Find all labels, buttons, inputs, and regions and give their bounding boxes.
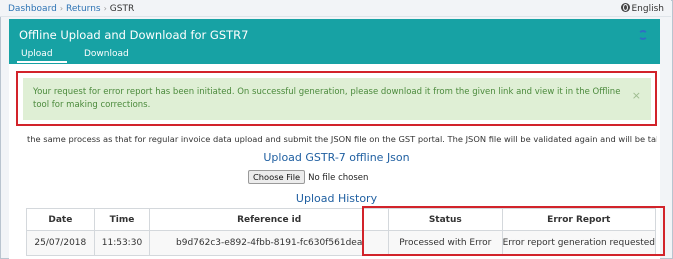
cell-reference-id: b9d762c3-e892-4fbb-8191-fc630f561dea bbox=[149, 230, 390, 256]
column-header-time: Time bbox=[93, 208, 151, 231]
file-status: No file chosen bbox=[308, 173, 369, 183]
active-tab-indicator bbox=[17, 61, 67, 63]
breadcrumb: Dashboard › Returns › GSTR bbox=[8, 4, 134, 14]
status-highlight-box bbox=[362, 206, 665, 256]
choose-file-button[interactable]: Choose File bbox=[248, 170, 306, 184]
alert-highlight-box bbox=[16, 71, 657, 126]
column-header-reference-id: Reference id bbox=[149, 208, 390, 231]
upload-json-title: Upload GSTR-7 offline Json bbox=[263, 151, 410, 164]
refresh-icon[interactable] bbox=[638, 30, 648, 40]
breadcrumb-separator: › bbox=[59, 4, 64, 13]
tab-upload[interactable]: Upload bbox=[21, 49, 53, 59]
top-bar: Dashboard › Returns › GSTR English bbox=[0, 0, 671, 17]
file-picker: Choose File No file chosen bbox=[248, 170, 368, 184]
column-header-date: Date bbox=[26, 208, 95, 231]
tab-download[interactable]: Download bbox=[84, 49, 129, 59]
breadcrumb-separator: › bbox=[103, 4, 107, 13]
upload-history-title: Upload History bbox=[295, 192, 378, 205]
page-header: Offline Upload and Download for GSTR7 Up… bbox=[9, 19, 660, 64]
page-title: Offline Upload and Download for GSTR7 bbox=[19, 28, 249, 42]
language-selector[interactable]: English bbox=[620, 3, 665, 14]
globe-icon bbox=[620, 3, 630, 12]
instruction-text: the same process as that for regular inv… bbox=[27, 134, 657, 144]
cell-date: 25/07/2018 bbox=[26, 230, 95, 256]
language-label: English bbox=[631, 4, 665, 14]
breadcrumb-dashboard[interactable]: Dashboard bbox=[8, 4, 57, 14]
cell-time: 11:53:30 bbox=[93, 230, 151, 256]
breadcrumb-current: GSTR bbox=[109, 4, 135, 14]
breadcrumb-returns[interactable]: Returns bbox=[66, 4, 101, 14]
